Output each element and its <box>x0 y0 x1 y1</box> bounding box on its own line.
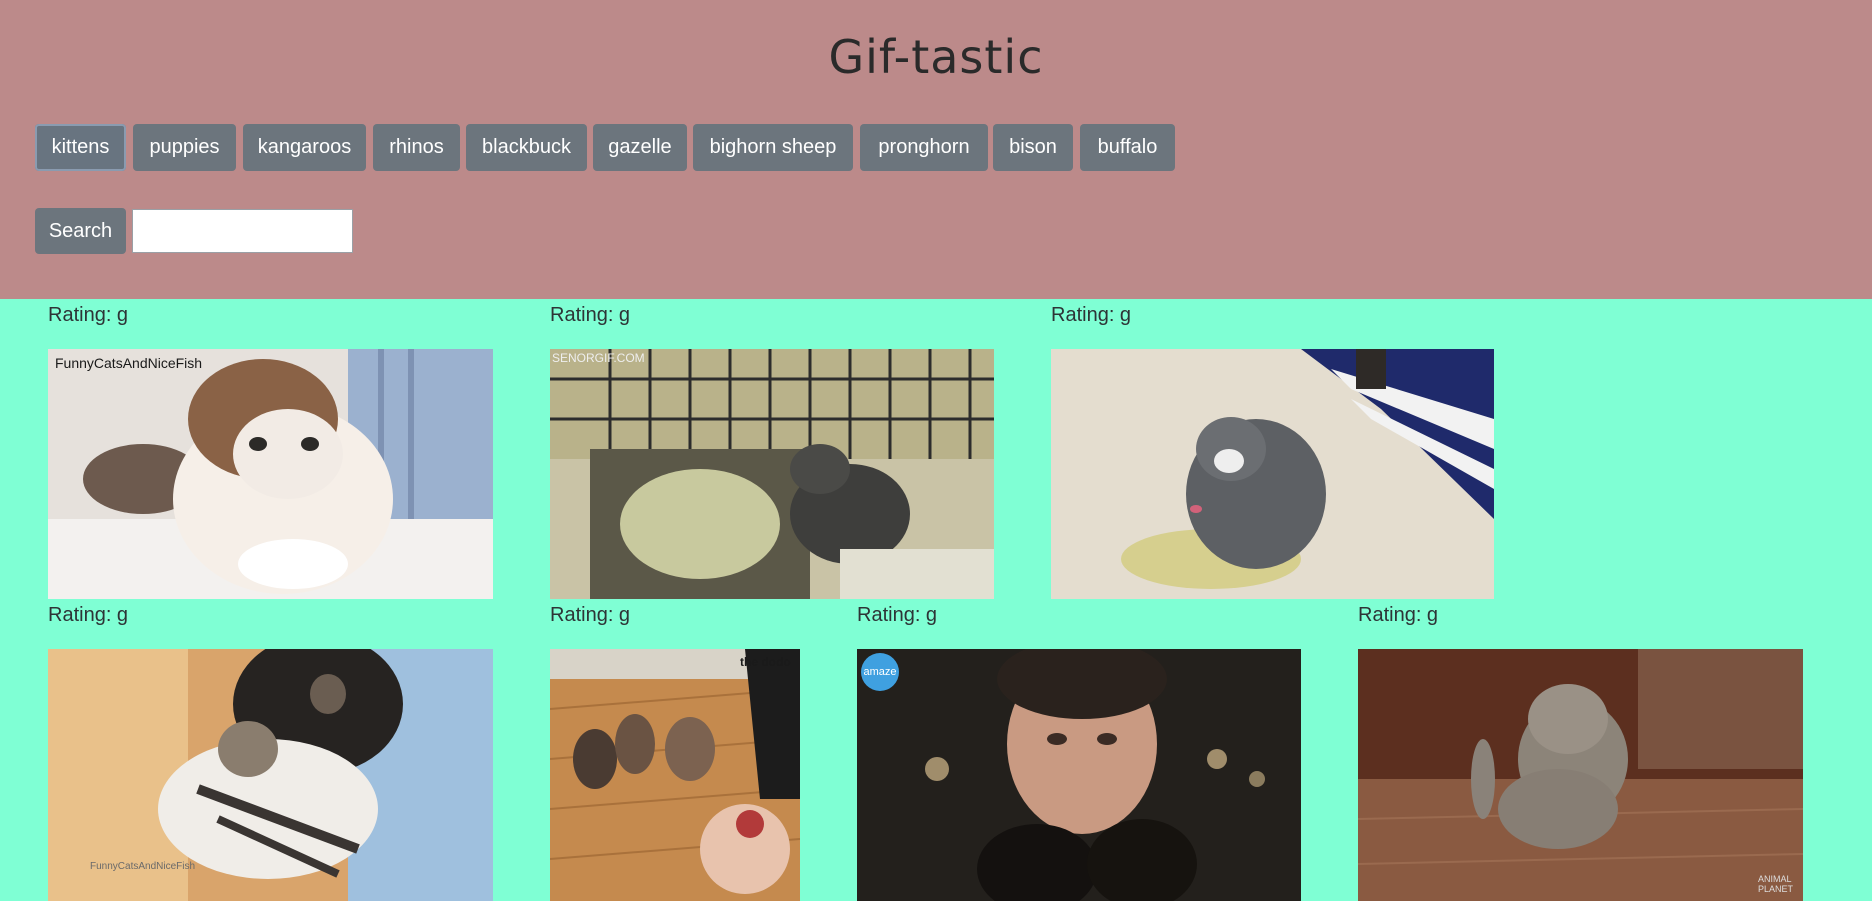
gif-rating: Rating: g <box>550 604 631 626</box>
kitten-gif-thumbnail <box>550 649 800 901</box>
gif-image[interactable]: amaze <box>857 649 1301 901</box>
gif-watermark: FunnyCatsAndNiceFish <box>55 355 203 371</box>
gif-rating: Rating: g <box>550 304 631 326</box>
gif-image[interactable]: FunnyCatsAndNiceFish <box>48 349 493 599</box>
gif-watermark: FunnyCatsAndNiceFish <box>90 861 196 872</box>
topic-button-bison[interactable]: bison <box>993 124 1073 171</box>
topic-button-bighorn-sheep[interactable]: bighorn sheep <box>693 124 853 171</box>
topic-button-puppies[interactable]: puppies <box>133 124 236 171</box>
topic-button-blackbuck[interactable]: blackbuck <box>466 124 587 171</box>
kitten-gif-thumbnail <box>857 649 1301 901</box>
gif-rating: Rating: g <box>857 604 938 626</box>
gif-watermark: ANIMAL PLANET <box>1758 874 1794 894</box>
gif-watermark: amaze <box>861 653 899 691</box>
search-input[interactable] <box>132 209 353 253</box>
topic-button-kittens[interactable]: kittens <box>35 124 126 171</box>
gif-rating: Rating: g <box>1358 604 1439 626</box>
topic-button-gazelle[interactable]: gazelle <box>593 124 687 171</box>
kitten-gif-thumbnail <box>48 349 493 599</box>
search-button[interactable]: Search <box>35 208 126 254</box>
topic-button-rhinos[interactable]: rhinos <box>373 124 460 171</box>
topic-button-buffalo[interactable]: buffalo <box>1080 124 1175 171</box>
kitten-gif-thumbnail <box>1051 349 1494 599</box>
gif-image[interactable]: ANIMAL PLANET <box>1358 649 1803 901</box>
gif-image[interactable]: the dodo <box>550 649 800 901</box>
kitten-gif-thumbnail <box>1358 649 1803 901</box>
topic-button-kangaroos[interactable]: kangaroos <box>243 124 366 171</box>
gif-rating: Rating: g <box>48 304 129 326</box>
gif-watermark: SENORGIF.COM <box>552 351 645 365</box>
topic-button-pronghorn[interactable]: pronghorn <box>860 124 988 171</box>
gif-image[interactable] <box>1051 349 1494 599</box>
gif-watermark: the dodo <box>740 655 791 669</box>
gif-image[interactable]: FunnyCatsAndNiceFish <box>48 649 493 901</box>
page-title: Gif-tastic <box>828 30 1044 84</box>
gif-rating: Rating: g <box>48 604 129 626</box>
header: Gif-tastic kittens puppies kangaroos rhi… <box>0 0 1872 299</box>
gif-image[interactable]: SENORGIF.COM <box>550 349 994 599</box>
kitten-gif-thumbnail <box>550 349 994 599</box>
gif-rating: Rating: g <box>1051 304 1132 326</box>
